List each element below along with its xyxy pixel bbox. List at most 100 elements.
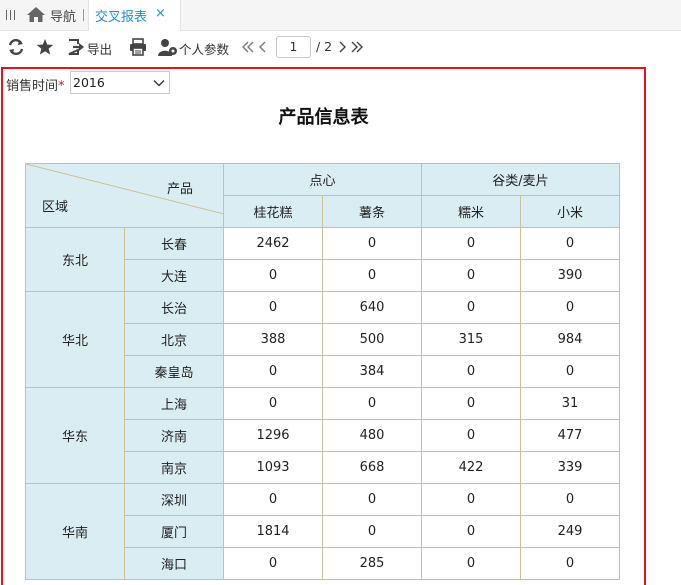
value-cell: 0 [421, 387, 521, 420]
value-cell: 0 [421, 483, 521, 516]
value-cell: 388 [223, 323, 323, 356]
report-panel: 销售时间* 2016 产品信息表 产品 区域 点心 谷类/麦片 桂花糕 薯条 糯… [1, 67, 646, 585]
value-cell: 0 [520, 227, 620, 260]
value-cell: 285 [322, 547, 422, 580]
tab-bar: 导航 交叉报表 × [0, 0, 681, 31]
export-button[interactable]: 导出 [87, 39, 112, 58]
required-mark: * [58, 79, 65, 94]
star-icon[interactable] [36, 38, 54, 56]
value-cell: 31 [520, 387, 620, 420]
product-header: 糯米 [421, 195, 521, 228]
region-cell: 华南 [25, 483, 125, 580]
value-cell: 1814 [223, 515, 323, 548]
value-cell: 1296 [223, 419, 323, 452]
value-cell: 0 [223, 355, 323, 388]
value-cell: 0 [421, 291, 521, 324]
value-cell: 0 [520, 291, 620, 324]
last-page-icon[interactable] [350, 38, 364, 56]
table-row: 华南 深圳 0 0 0 0 [25, 483, 620, 580]
value-cell: 477 [520, 419, 620, 452]
value-cell: 640 [322, 291, 422, 324]
value-cell: 339 [520, 451, 620, 484]
value-cell: 0 [520, 355, 620, 388]
table-row: 华北 长治 0 640 0 0 [25, 291, 620, 388]
value-cell: 0 [322, 515, 422, 548]
year-select[interactable]: 2016 [70, 71, 170, 94]
city-cell: 大连 [124, 259, 224, 292]
value-cell: 0 [421, 227, 521, 260]
value-cell: 384 [322, 355, 422, 388]
chevron-down-icon [153, 77, 165, 93]
corner-region-label: 区域 [42, 200, 69, 215]
value-cell: 315 [421, 323, 521, 356]
page-number-input[interactable] [276, 36, 311, 58]
product-header: 桂花糕 [223, 195, 323, 228]
city-cell: 上海 [124, 387, 224, 420]
region-cell: 华北 [25, 291, 125, 388]
city-cell: 长春 [124, 227, 224, 260]
city-cell: 深圳 [124, 483, 224, 516]
product-header: 小米 [520, 195, 620, 228]
city-cell: 海口 [124, 547, 224, 580]
refresh-icon[interactable] [8, 38, 24, 56]
group-header: 谷类/麦片 [421, 163, 620, 196]
value-cell: 984 [520, 323, 620, 356]
city-cell: 秦皇岛 [124, 355, 224, 388]
menu-icon[interactable] [5, 9, 15, 21]
tab-cross-report[interactable]: 交叉报表 × [88, 0, 181, 31]
city-cell: 北京 [124, 323, 224, 356]
region-cell: 东北 [25, 227, 125, 292]
group-header: 点心 [223, 163, 422, 196]
value-cell: 2462 [223, 227, 323, 260]
value-cell: 0 [322, 387, 422, 420]
total-pages: / 2 [316, 39, 333, 54]
value-cell: 0 [223, 483, 323, 516]
city-cell: 长治 [124, 291, 224, 324]
value-cell: 480 [322, 419, 422, 452]
table-corner-header: 产品 区域 [25, 163, 224, 228]
close-icon[interactable]: × [155, 6, 166, 21]
print-icon[interactable] [129, 38, 147, 56]
value-cell: 0 [322, 483, 422, 516]
region-cell: 华东 [25, 387, 125, 484]
value-cell: 0 [421, 515, 521, 548]
city-cell: 厦门 [124, 515, 224, 548]
personal-params-button[interactable]: 个人参数 [179, 39, 229, 58]
next-page-icon[interactable] [337, 38, 347, 56]
city-cell: 南京 [124, 451, 224, 484]
table-row: 华东 上海 0 0 0 31 [25, 387, 620, 484]
value-cell: 0 [520, 547, 620, 580]
value-cell: 0 [322, 259, 422, 292]
sales-time-label: 销售时间* [6, 79, 65, 94]
prev-page-icon[interactable] [258, 38, 268, 56]
table-row: 东北 长春 2462 0 0 0 [25, 227, 620, 292]
value-cell: 0 [421, 355, 521, 388]
value-cell: 422 [421, 451, 521, 484]
tab-separator [83, 9, 84, 21]
value-cell: 0 [223, 259, 323, 292]
value-cell: 1093 [223, 451, 323, 484]
nav-link[interactable]: 导航 [50, 6, 76, 25]
value-cell: 0 [223, 291, 323, 324]
tab-label[interactable]: 交叉报表 [95, 6, 147, 25]
value-cell: 0 [520, 483, 620, 516]
value-cell: 390 [520, 259, 620, 292]
home-icon[interactable] [26, 5, 46, 25]
export-icon[interactable] [67, 38, 85, 56]
user-params-icon[interactable] [158, 38, 178, 56]
year-select-value: 2016 [73, 75, 105, 90]
report-title: 产品信息表 [278, 107, 369, 128]
value-cell: 0 [223, 387, 323, 420]
first-page-icon[interactable] [241, 38, 255, 56]
value-cell: 500 [322, 323, 422, 356]
value-cell: 0 [421, 259, 521, 292]
value-cell: 0 [421, 419, 521, 452]
value-cell: 0 [322, 227, 422, 260]
value-cell: 0 [223, 547, 323, 580]
city-cell: 济南 [124, 419, 224, 452]
corner-product-label: 产品 [166, 182, 193, 197]
cross-table: 产品 区域 点心 谷类/麦片 桂花糕 薯条 糯米 小米 东北 长春 2462 0 0 0 大… [25, 163, 620, 580]
value-cell: 0 [421, 547, 521, 580]
value-cell: 668 [322, 451, 422, 484]
product-header: 薯条 [322, 195, 422, 228]
